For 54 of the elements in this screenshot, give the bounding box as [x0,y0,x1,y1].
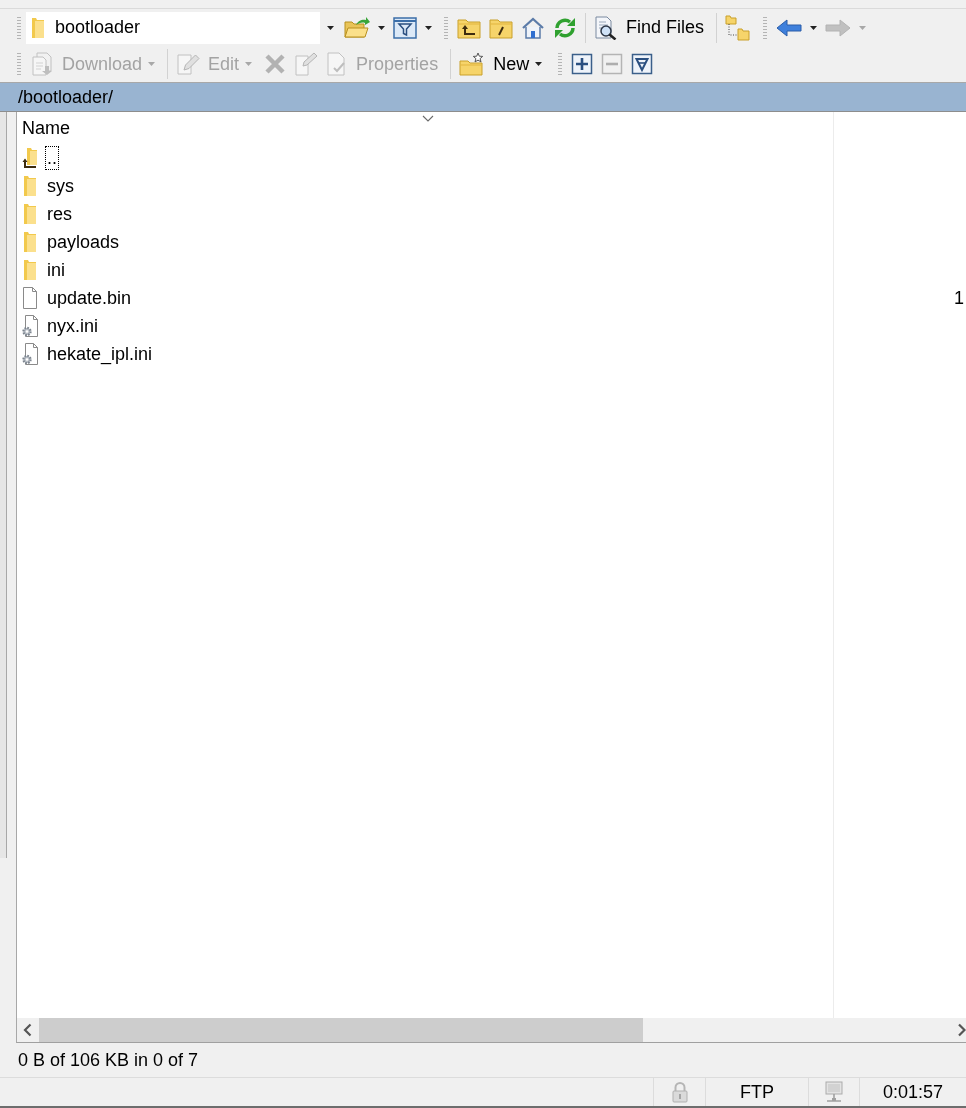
plus-box-icon [571,53,594,75]
folder-slash-icon [489,16,513,39]
file-name[interactable]: nyx.ini [45,314,101,338]
grip-handle[interactable] [444,16,449,39]
open-folder-icon [344,15,370,40]
scroll-left-icon[interactable] [23,1023,32,1037]
pencil-page-icon [176,52,201,76]
file-name[interactable]: sys [45,174,76,198]
path-bar: /bootloader/ [0,82,966,112]
folder-tree-icon [725,14,752,41]
x-icon [264,53,287,75]
gear-file-icon [22,343,38,365]
new-folder-icon [459,52,486,76]
column-header[interactable]: Name [17,112,833,144]
file-name[interactable]: payloads [45,230,122,254]
right-arrow-icon [825,18,852,37]
minus-box-icon [601,53,624,75]
parent-folder-icon [22,147,38,169]
network-computer-icon [824,1081,844,1103]
left-arrow-icon [776,18,803,37]
gear-file-icon [22,315,38,337]
find-document-icon [594,15,618,40]
status-summary: 0 B of 106 KB in 0 of 7 [18,1049,199,1071]
funnel-icon [393,16,417,39]
file-icon [22,287,38,309]
scroll-right-icon[interactable] [958,1023,966,1037]
padlock-icon [670,1081,689,1103]
folder-icon [22,259,38,281]
documents-icon [30,52,54,76]
file-name[interactable]: res [45,202,74,226]
table-cell: 1 [954,287,964,309]
grip-handle[interactable] [558,53,564,75]
file-name[interactable]: update.bin [45,286,134,310]
folder-icon [22,231,38,253]
location-combobox[interactable]: bootloader [26,11,340,44]
parent-folder-icon [457,16,481,39]
folder-icon [32,17,44,38]
folder-icon [22,203,38,225]
file-name[interactable]: ini [45,258,67,282]
grip-handle[interactable] [763,16,769,39]
file-name[interactable]: .. [45,146,59,170]
file-name[interactable]: hekate_ipl.ini [45,342,155,366]
pencil-page-icon [294,52,319,76]
find-files-button[interactable]: Find Files [590,11,713,44]
folder-icon [22,175,38,197]
new-button[interactable]: New [455,48,551,80]
grip-handle[interactable] [17,16,22,39]
status-text: FTP [740,1081,774,1103]
grip-handle[interactable] [17,53,22,75]
status-text: 0:01:57 [882,1081,944,1103]
refresh-icon [553,15,577,40]
scrollbar-thumb[interactable] [39,1018,643,1042]
triangle-box-icon [631,53,654,75]
home-icon [521,16,545,39]
